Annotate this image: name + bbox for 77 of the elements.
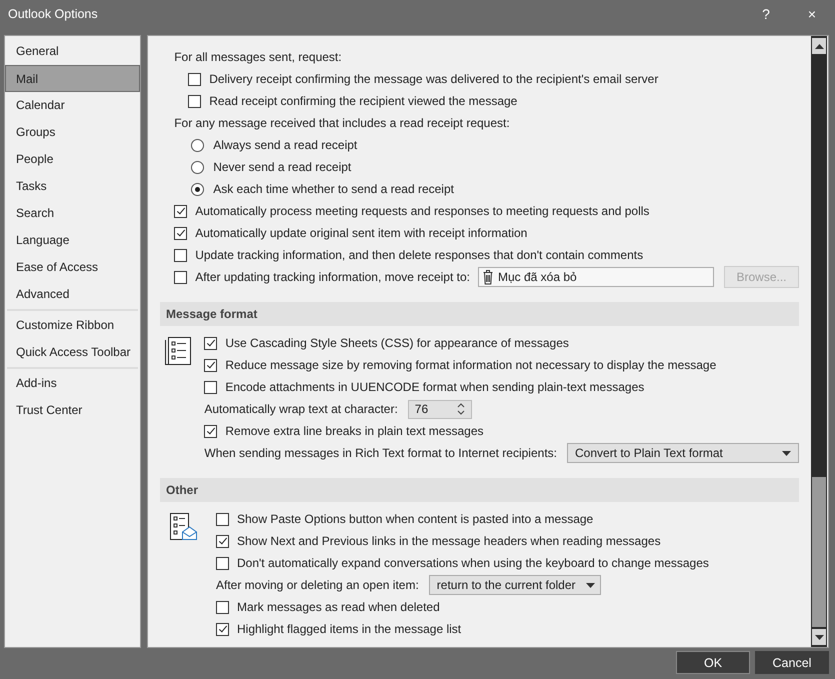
checkbox[interactable] — [204, 424, 218, 438]
checkbox[interactable] — [216, 556, 229, 570]
checkbox-label: Update tracking information, and then delete responses that don't contain comments — [195, 248, 644, 262]
sidebar-item[interactable]: Advanced — [5, 281, 140, 308]
radio-label: Always send a read receipt — [213, 138, 358, 152]
checkbox-label: Delivery receipt confirming the message was delivered to the recipient's email server — [209, 72, 658, 86]
checkbox[interactable] — [216, 534, 229, 548]
checkbox-label: Show Next and Previous links in the message headers when reading messages — [237, 534, 661, 548]
checkbox-label: Use Cascading Style Sheets (CSS) for appearance of messages — [225, 336, 569, 350]
sidebar-item[interactable]: General — [5, 38, 140, 65]
checkbox-label: Don't automatically expand conversations when using the keyboard to change messages — [237, 556, 709, 570]
down-arrow-icon — [814, 634, 824, 640]
window-title: Outlook Options — [8, 6, 98, 20]
option-label: Automatically wrap text at character: — [204, 402, 398, 416]
list-envelope-icon — [170, 513, 198, 541]
caret-icon — [782, 450, 791, 456]
section-header: Message format — [160, 302, 799, 326]
sidebar-item[interactable]: Language — [5, 227, 140, 254]
radio-label: Never send a read receipt — [213, 160, 352, 174]
cancel-button[interactable]: Cancel — [755, 651, 829, 674]
checkbox-label: Automatically process meeting requests and responses to meeting requests and polls — [195, 204, 650, 218]
checkbox-label: Automatically update original sent item with receipt information — [195, 226, 528, 240]
sidebar-item[interactable]: Quick Access Toolbar — [5, 339, 140, 366]
checkbox[interactable] — [174, 204, 188, 218]
option-label: After moving or deleting an open item: — [216, 578, 419, 592]
sidebar-item[interactable]: Calendar — [5, 92, 140, 119]
checkbox[interactable] — [188, 94, 202, 108]
sidebar-item[interactable]: Mail — [5, 65, 140, 92]
checkbox[interactable] — [216, 600, 229, 614]
checkbox[interactable] — [204, 336, 218, 350]
sidebar-item[interactable]: Add-ins — [5, 370, 140, 397]
spin-arrows-icon — [456, 402, 465, 416]
checkbox[interactable] — [204, 380, 218, 394]
sidebar-item[interactable]: Ease of Access — [5, 254, 140, 281]
dropdown[interactable]: Convert to Plain Text format — [567, 443, 799, 463]
option-label: For all messages sent, request: — [174, 50, 342, 64]
folder-name: Mục đã xóa bỏ — [498, 270, 577, 284]
sidebar-item[interactable]: Groups — [5, 119, 140, 146]
checkbox-label: Encode attachments in UUENCODE format when sending plain-text messages — [225, 380, 644, 394]
close-button[interactable]: × — [789, 0, 835, 27]
checkbox[interactable] — [216, 512, 229, 526]
scroll-thumb[interactable] — [812, 477, 826, 627]
checkbox-label: Reduce message size by removing format information not necessary to display the message — [225, 358, 716, 372]
sidebar-item[interactable]: Trust Center — [5, 397, 140, 424]
sidebar-item[interactable]: People — [5, 146, 140, 173]
checkbox-label: Mark messages as read when deleted — [237, 600, 440, 614]
up-arrow-icon — [814, 44, 824, 48]
checkbox-label: After updating tracking information, move receipt to: — [195, 270, 470, 284]
number-spinner[interactable]: 76 — [408, 400, 472, 418]
sidebar-item[interactable]: Customize Ribbon — [5, 312, 140, 339]
radio-button[interactable] — [191, 182, 204, 196]
caret-icon — [586, 582, 595, 588]
checkbox[interactable] — [174, 226, 188, 240]
option-label: When sending messages in Rich Text format to Internet recipients: — [204, 446, 557, 460]
sidebar-item[interactable]: Tasks — [5, 173, 140, 200]
dropdown[interactable]: return to the current folder — [428, 575, 601, 595]
checkbox-label: Remove extra line breaks in plain text messages — [225, 424, 484, 438]
radio-label: Ask each time whether to send a read receipt — [213, 182, 454, 196]
scrollbar[interactable] — [811, 36, 827, 647]
checkbox-label: Show Paste Options button when content is pasted into a message — [237, 512, 594, 526]
trash-icon — [482, 269, 494, 285]
checkbox[interactable] — [174, 270, 188, 284]
ok-button[interactable]: OK — [676, 651, 750, 674]
checkbox[interactable] — [174, 248, 188, 262]
list-icon — [165, 337, 192, 365]
folder-field[interactable]: Mục đã xóa bỏ — [478, 267, 714, 287]
option-label: For any message received that includes a read receipt request: — [174, 116, 510, 130]
checkbox[interactable] — [188, 72, 202, 86]
section-header: Other — [160, 478, 799, 502]
checkbox-label: Highlight flagged items in the message list — [237, 622, 462, 636]
checkbox[interactable] — [204, 358, 218, 372]
checkbox[interactable] — [216, 622, 229, 636]
help-button[interactable]: ? — [743, 0, 789, 27]
radio-button[interactable] — [191, 160, 204, 174]
radio-button[interactable] — [191, 138, 204, 152]
sidebar-item[interactable]: Search — [5, 200, 140, 227]
checkbox-label: Read receipt confirming the recipient viewed the message — [209, 94, 518, 108]
